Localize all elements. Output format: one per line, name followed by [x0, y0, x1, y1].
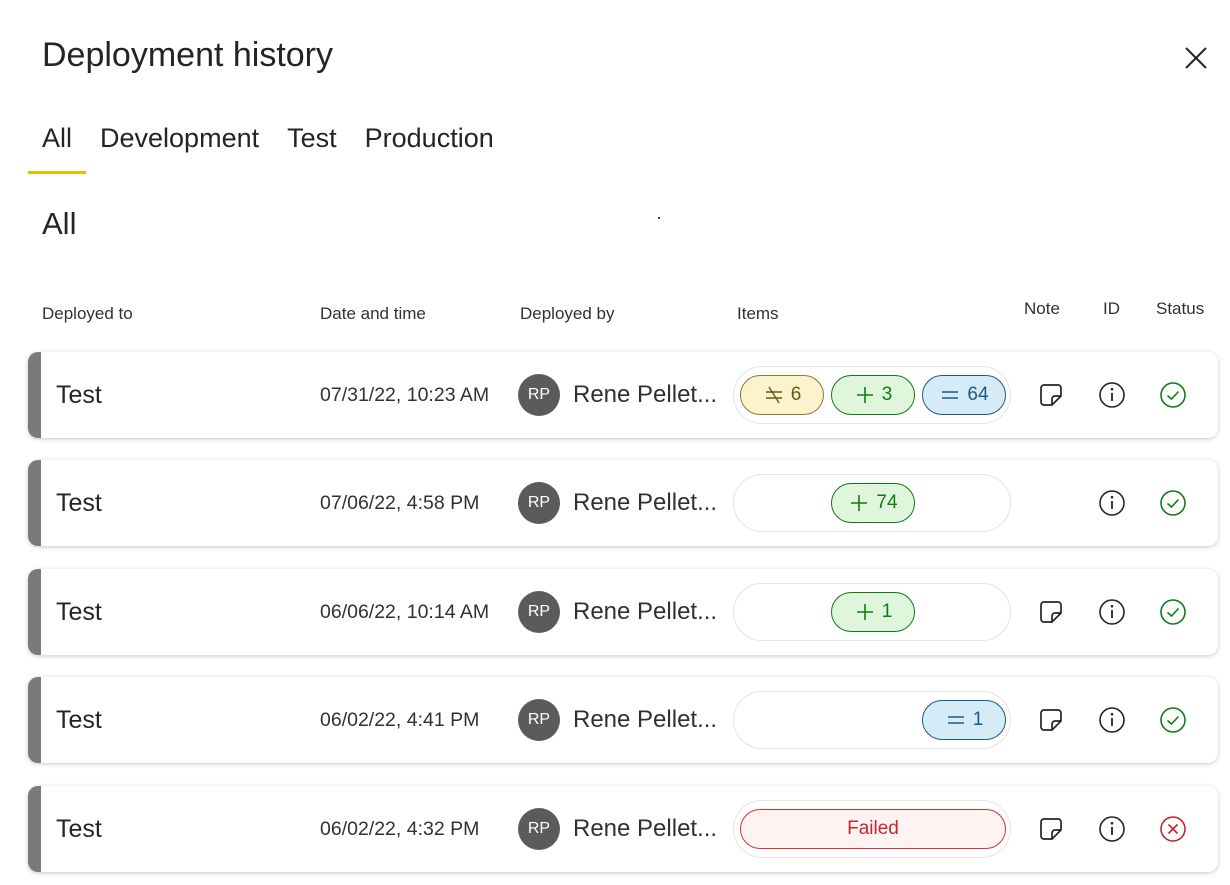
check-circle-icon — [1160, 707, 1186, 733]
id-info-button[interactable] — [1098, 489, 1126, 517]
item-count-new[interactable]: 74 — [831, 483, 915, 523]
avatar: RP — [518, 591, 560, 633]
table-row[interactable]: Test 06/02/22, 4:41 PM RP Rene Pellet... 1 — [28, 677, 1218, 763]
tab-list: All Development Test Production — [28, 118, 508, 176]
date-time-cell: 06/06/22, 10:14 AM — [320, 601, 490, 623]
avatar: RP — [518, 808, 560, 850]
id-info-button[interactable] — [1098, 815, 1126, 843]
id-info-button[interactable] — [1098, 598, 1126, 626]
failed-badge[interactable]: Failed — [740, 809, 1006, 849]
item-count-value: 3 — [881, 384, 893, 405]
deployed-by-cell: Rene Pellet... — [573, 489, 718, 516]
header-status: Status — [1156, 299, 1205, 318]
plus-icon — [851, 495, 868, 511]
table-row[interactable]: Test 07/06/22, 4:58 PM RP Rene Pellet... 74 — [28, 460, 1218, 546]
info-icon — [1099, 816, 1125, 842]
check-circle-icon — [1160, 382, 1186, 408]
table-row[interactable]: Test 06/02/22, 4:32 PM RP Rene Pellet... Fai… — [28, 786, 1218, 872]
plus-icon — [856, 387, 873, 403]
header-deployed-to: Deployed to — [42, 304, 133, 323]
deployed-to-cell: Test — [56, 381, 102, 409]
item-count-value: 1 — [881, 601, 893, 622]
items-summary: 74 — [733, 474, 1011, 532]
close-button[interactable] — [1180, 42, 1212, 74]
header-note: Note — [1024, 299, 1060, 318]
note-button[interactable] — [1037, 815, 1065, 843]
check-circle-icon — [1160, 599, 1186, 625]
header-date-time: Date and time — [320, 304, 426, 323]
date-time-cell: 07/31/22, 10:23 AM — [320, 384, 490, 406]
note-icon — [1040, 601, 1062, 623]
note-icon — [1040, 384, 1062, 406]
items-summary: 6 3 64 — [733, 366, 1011, 424]
item-count-same[interactable]: 1 — [922, 700, 1006, 740]
stray-dot — [658, 217, 660, 219]
deployed-by-cell: Rene Pellet... — [573, 815, 718, 842]
equal-icon — [942, 391, 959, 399]
table-row[interactable]: Test 07/31/22, 10:23 AM RP Rene Pellet... 6 3… — [28, 352, 1218, 438]
id-info-button[interactable] — [1098, 381, 1126, 409]
info-icon — [1099, 382, 1125, 408]
date-time-cell: 07/06/22, 4:58 PM — [320, 492, 480, 514]
deployed-to-cell: Test — [56, 598, 102, 626]
note-button[interactable] — [1037, 598, 1065, 626]
check-circle-icon — [1160, 490, 1186, 516]
item-count-same[interactable]: 64 — [922, 375, 1006, 415]
deployed-to-cell: Test — [56, 489, 102, 517]
status-success — [1159, 489, 1187, 517]
date-time-cell: 06/02/22, 4:32 PM — [320, 818, 480, 840]
item-count-value: 74 — [876, 492, 898, 513]
strikethrough-equal-icon — [765, 386, 782, 404]
item-count-new[interactable]: 3 — [831, 375, 915, 415]
info-icon — [1099, 707, 1125, 733]
close-icon — [1185, 47, 1207, 69]
deployed-by-cell: Rene Pellet... — [573, 598, 718, 625]
info-icon — [1099, 490, 1125, 516]
plus-icon — [856, 604, 873, 620]
item-count-deleted[interactable]: 6 — [740, 375, 824, 415]
note-icon — [1040, 818, 1062, 840]
equal-icon — [947, 716, 964, 724]
note-button[interactable] — [1037, 381, 1065, 409]
error-circle-icon — [1160, 816, 1186, 842]
date-time-cell: 06/02/22, 4:41 PM — [320, 709, 480, 731]
note-icon — [1040, 709, 1062, 731]
section-title: All — [42, 206, 77, 241]
avatar: RP — [518, 482, 560, 524]
row-stage-bar — [28, 460, 41, 546]
dialog-title: Deployment history — [42, 36, 334, 74]
deployed-to-cell: Test — [56, 706, 102, 734]
tab-all[interactable]: All — [28, 118, 87, 174]
note-button[interactable] — [1037, 706, 1065, 734]
status-success — [1159, 381, 1187, 409]
item-count-value: 1 — [972, 709, 984, 730]
items-summary: Failed — [733, 800, 1011, 858]
header-id: ID — [1103, 299, 1120, 318]
header-deployed-by: Deployed by — [520, 304, 615, 323]
deployed-to-cell: Test — [56, 815, 102, 843]
avatar: RP — [518, 699, 560, 741]
id-info-button[interactable] — [1098, 706, 1126, 734]
table-row[interactable]: Test 06/06/22, 10:14 AM RP Rene Pellet... 1 — [28, 569, 1218, 655]
item-count-value: 6 — [790, 384, 802, 405]
item-count-new[interactable]: 1 — [831, 592, 915, 632]
avatar: RP — [518, 374, 560, 416]
status-success — [1159, 598, 1187, 626]
item-count-value: 64 — [967, 384, 989, 405]
tab-test[interactable]: Test — [273, 118, 351, 174]
deployed-by-cell: Rene Pellet... — [573, 381, 718, 408]
row-stage-bar — [28, 569, 41, 655]
items-summary: 1 — [733, 691, 1011, 749]
status-success — [1159, 706, 1187, 734]
tab-production[interactable]: Production — [351, 118, 508, 174]
status-failed — [1159, 815, 1187, 843]
items-summary: 1 — [733, 583, 1011, 641]
row-stage-bar — [28, 786, 41, 872]
deployed-by-cell: Rene Pellet... — [573, 706, 718, 733]
info-icon — [1099, 599, 1125, 625]
tab-development[interactable]: Development — [86, 118, 273, 174]
row-stage-bar — [28, 677, 41, 763]
row-stage-bar — [28, 352, 41, 438]
header-items: Items — [737, 304, 779, 323]
